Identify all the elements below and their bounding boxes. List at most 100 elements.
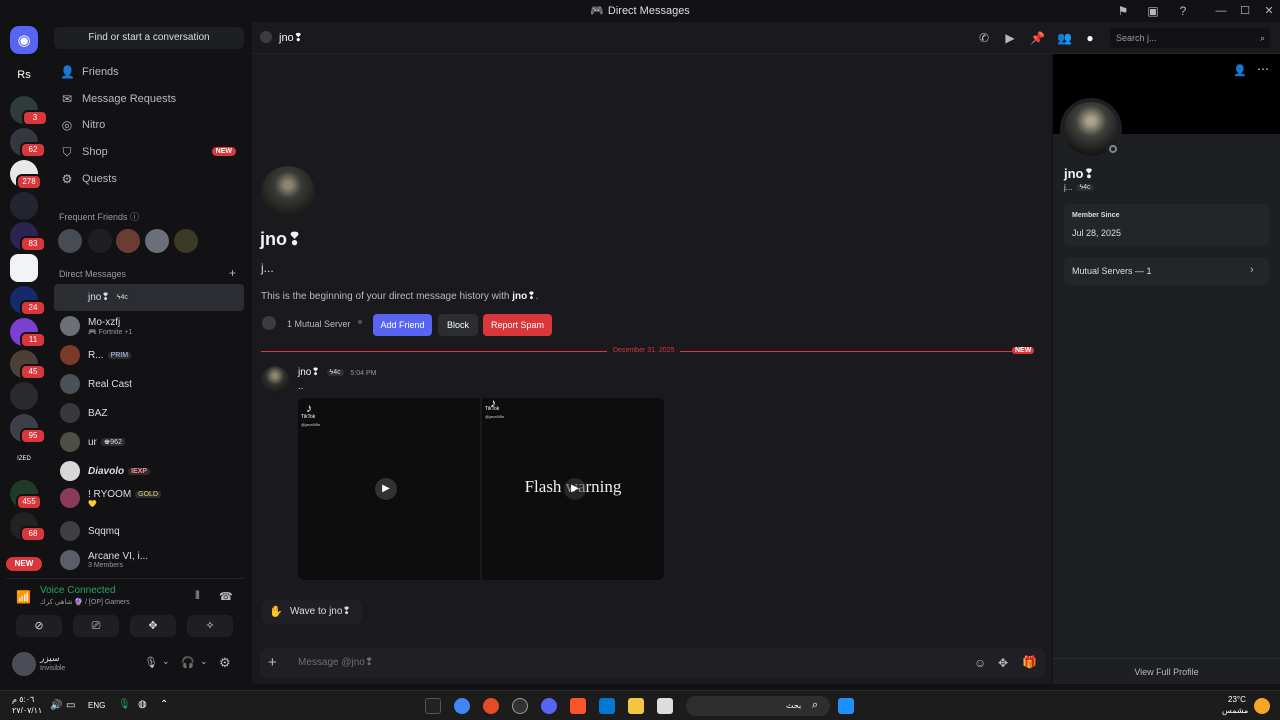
- app-icon[interactable]: [483, 698, 499, 714]
- headphones-icon[interactable]: 🎧: [181, 656, 195, 669]
- user-name[interactable]: سيزر: [40, 653, 60, 664]
- inbox-icon[interactable]: ▣: [1146, 4, 1160, 18]
- server-avatar[interactable]: [10, 382, 38, 410]
- minimize-button[interactable]: —: [1212, 3, 1230, 19]
- add-friend-icon[interactable]: 👤: [1233, 64, 1247, 77]
- attach-plus-icon[interactable]: +: [268, 654, 277, 671]
- chevron-down-icon[interactable]: ⌄: [200, 656, 208, 667]
- nav-quests[interactable]: ⚙ Quests: [54, 166, 244, 192]
- dm-item[interactable]: ur ♚962: [54, 429, 244, 456]
- video-call-icon[interactable]: ▶: [1003, 31, 1017, 45]
- nav-shop[interactable]: ⛉ Shop NEW: [54, 139, 244, 165]
- chevron-down-icon[interactable]: ⌄: [162, 656, 170, 667]
- video-attachment[interactable]: ♪ TikTok @jana9l5e Flash warning ▶: [482, 396, 664, 580]
- server-ized[interactable]: IZED: [10, 456, 38, 462]
- find-conversation-button[interactable]: Find or start a conversation: [54, 27, 244, 49]
- language-indicator[interactable]: ENG: [88, 701, 105, 710]
- dm-item[interactable]: BAZ: [54, 400, 244, 427]
- discord-home-icon[interactable]: ◉: [10, 26, 38, 54]
- mutual-servers-link[interactable]: 1 Mutual Server: [287, 319, 351, 329]
- recipient-name[interactable]: jno❢: [279, 31, 303, 44]
- search-input[interactable]: Search j... ⌕: [1110, 28, 1270, 48]
- noise-suppression-icon[interactable]: ⦀: [195, 590, 200, 603]
- server-rs[interactable]: Rs: [10, 69, 38, 81]
- avatar[interactable]: [12, 652, 36, 676]
- frequent-friend-avatar[interactable]: [58, 229, 82, 253]
- report-spam-button[interactable]: Report Spam: [483, 314, 552, 336]
- epic-games-icon[interactable]: [425, 698, 441, 714]
- dm-item[interactable]: Mo-xzfj 🎮 Fortnite +1: [54, 313, 244, 340]
- chevron-up-icon[interactable]: ⌃: [160, 699, 168, 710]
- mutual-servers-row[interactable]: Mutual Servers — 1 ›: [1064, 257, 1269, 285]
- dm-item[interactable]: Real Cast: [54, 371, 244, 398]
- store-icon[interactable]: [599, 698, 615, 714]
- message-input[interactable]: Message @jno❢: [298, 657, 373, 668]
- nav-nitro[interactable]: ◎ Nitro: [54, 112, 244, 138]
- pin-icon[interactable]: 📌: [1030, 31, 1045, 45]
- frequent-friend-avatar[interactable]: [174, 229, 198, 253]
- server-avatar[interactable]: [10, 254, 38, 282]
- windows-start-icon[interactable]: [838, 698, 854, 714]
- chrome-icon[interactable]: [454, 698, 470, 714]
- frequent-friend-avatar[interactable]: [145, 229, 169, 253]
- block-button[interactable]: Block: [438, 314, 478, 336]
- dm-item[interactable]: jno❢ ϟ4c: [54, 284, 244, 311]
- app-icon[interactable]: [512, 698, 528, 714]
- maximize-button[interactable]: ☐: [1236, 3, 1254, 19]
- clock-time[interactable]: ٥:٠٦ م: [12, 695, 34, 704]
- discord-taskbar-icon[interactable]: [541, 698, 557, 714]
- frequent-friend-avatar[interactable]: [88, 229, 112, 253]
- recipient-avatar-large[interactable]: [261, 166, 315, 220]
- voice-status[interactable]: Voice Connected: [40, 585, 116, 596]
- weather-temp[interactable]: 23°C: [1228, 695, 1246, 704]
- add-friend-button[interactable]: Add Friend: [373, 314, 432, 336]
- help-icon[interactable]: ?: [1176, 4, 1190, 18]
- app-icon[interactable]: [657, 698, 673, 714]
- wave-button[interactable]: ✋ Wave to jno❢: [262, 600, 362, 624]
- soundboard-button[interactable]: ✧: [187, 615, 233, 637]
- server-avatar[interactable]: [10, 192, 38, 220]
- close-button[interactable]: ✕: [1260, 3, 1278, 19]
- voice-channel[interactable]: شاهي كرك 🔮 / [OP] Gamers: [40, 598, 130, 606]
- volume-icon[interactable]: 🔊: [50, 700, 62, 711]
- dm-item[interactable]: R... PRIM: [54, 342, 244, 369]
- activities-button[interactable]: ✥: [130, 615, 176, 637]
- flag-icon[interactable]: ⚑: [1116, 4, 1130, 18]
- voice-call-icon[interactable]: ✆: [977, 31, 991, 45]
- gift-icon[interactable]: 🎁: [1022, 655, 1037, 669]
- user-profile-icon[interactable]: ●: [1083, 31, 1097, 45]
- disconnect-icon[interactable]: ☎: [219, 590, 233, 603]
- settings-icon[interactable]: ⚙: [219, 655, 231, 671]
- dm-item[interactable]: Sqqmq: [54, 518, 244, 545]
- mutual-server-icon[interactable]: [262, 316, 276, 330]
- message-avatar[interactable]: [261, 366, 289, 394]
- sun-icon[interactable]: [1254, 698, 1270, 714]
- microphone-icon[interactable]: 🎙: [144, 656, 158, 669]
- play-icon[interactable]: ▶: [564, 478, 586, 500]
- signal-icon[interactable]: 📶: [16, 590, 31, 604]
- weather-label[interactable]: مشمس: [1222, 706, 1248, 715]
- screen-share-button[interactable]: ⎚: [73, 615, 119, 637]
- dm-item[interactable]: ! RYOOM GOLD 💛: [54, 485, 244, 512]
- nav-friends[interactable]: 👤 Friends: [54, 59, 244, 85]
- message-author[interactable]: jno❢: [298, 367, 320, 378]
- file-explorer-icon[interactable]: [628, 698, 644, 714]
- new-servers-badge[interactable]: NEW: [6, 557, 42, 571]
- add-friends-to-dm-icon[interactable]: 👥: [1057, 31, 1072, 45]
- camera-off-button[interactable]: ⊘: [16, 615, 62, 637]
- brave-icon[interactable]: [570, 698, 586, 714]
- video-attachment[interactable]: ♪ TikTok @jana9l5e ▶: [298, 398, 480, 580]
- create-dm-icon[interactable]: +: [229, 266, 236, 280]
- play-icon[interactable]: ▶: [375, 478, 397, 500]
- view-full-profile-button[interactable]: View Full Profile: [1053, 658, 1280, 684]
- frequent-friend-avatar[interactable]: [116, 229, 140, 253]
- mic-tray-icon[interactable]: 🎙: [118, 699, 131, 710]
- taskbar-search[interactable]: بحث ⌕: [686, 696, 830, 716]
- nav-message-requests[interactable]: ✉ Message Requests: [54, 86, 244, 112]
- more-options-icon[interactable]: ⋯: [1257, 62, 1269, 76]
- emoji-icon[interactable]: ☺: [974, 656, 986, 670]
- clock-date[interactable]: ٢٧/٠٧/١١: [12, 706, 42, 715]
- apps-icon[interactable]: ✥: [998, 656, 1008, 670]
- network-icon[interactable]: ▭: [66, 700, 75, 711]
- dm-item[interactable]: Arcane VI, i... 3 Members: [54, 547, 244, 574]
